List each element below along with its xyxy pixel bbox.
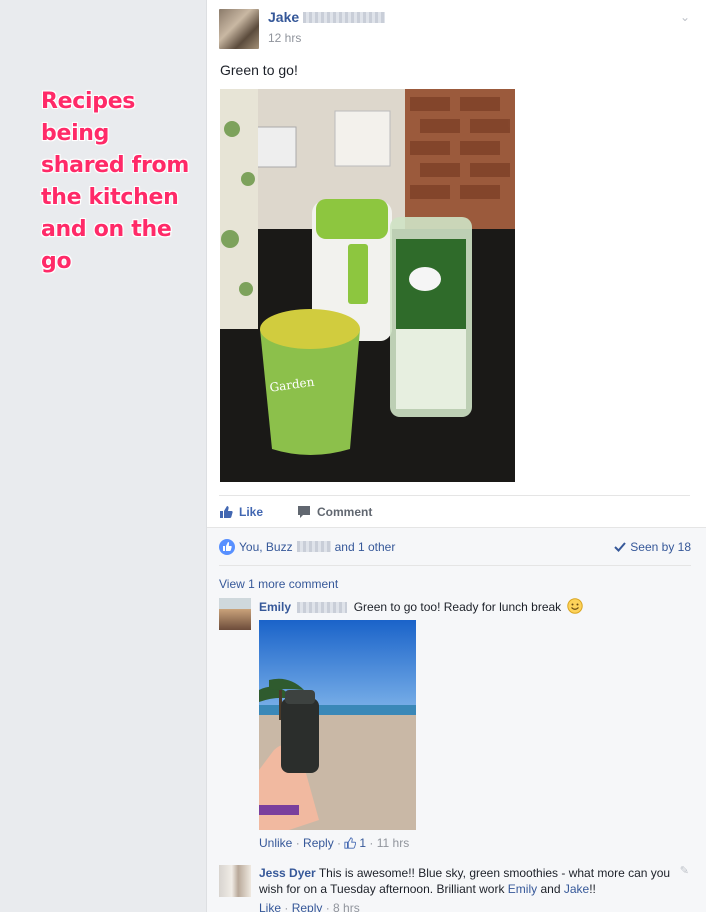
like-reaction-icon bbox=[219, 538, 235, 555]
thumbs-up-outline-icon bbox=[344, 837, 357, 849]
mention-link[interactable]: Jake bbox=[564, 882, 589, 896]
reply-link[interactable]: Reply bbox=[303, 836, 334, 850]
comment-meta: Unlike · Reply · 1 · 11 hrs bbox=[259, 836, 410, 850]
comments-area: You, Buzz and 1 other Seen by 18 View 1 … bbox=[207, 527, 706, 912]
chevron-down-icon[interactable]: ⌄ bbox=[680, 10, 690, 24]
edit-pencil-icon[interactable]: ✎ bbox=[680, 864, 689, 877]
redacted-surname bbox=[297, 602, 348, 614]
post-timestamp[interactable]: 12 hrs bbox=[268, 31, 385, 45]
comment-text: This is awesome!! Blue sky, green smooth… bbox=[259, 866, 671, 896]
reactions-row: You, Buzz and 1 other Seen by 18 bbox=[219, 528, 691, 566]
redacted-name bbox=[296, 541, 331, 552]
reply-link[interactable]: Reply bbox=[292, 901, 323, 912]
comment-item: Emily Green to go too! Ready for lunch b… bbox=[219, 598, 679, 850]
mention-link[interactable]: Emily bbox=[508, 882, 537, 896]
post-action-bar: Like Comment bbox=[219, 495, 690, 527]
seen-by[interactable]: Seen by 18 bbox=[614, 540, 691, 554]
comment-time[interactable]: 11 hrs bbox=[377, 836, 409, 850]
unlike-link[interactable]: Unlike bbox=[259, 836, 292, 850]
comment-item: Jess Dyer This is awesome!! Blue sky, gr… bbox=[219, 865, 679, 912]
comment-text: Green to go too! Ready for lunch break bbox=[353, 600, 562, 614]
checkmark-icon bbox=[614, 541, 627, 552]
comment-time[interactable]: 8 hrs bbox=[333, 901, 360, 912]
post-photo[interactable]: Garden bbox=[220, 89, 515, 482]
annotation-caption: Recipes being shared from the kitchen an… bbox=[41, 89, 189, 274]
post-card: Jake 12 hrs ⌄ Green to go! Garden Like C… bbox=[206, 0, 706, 912]
comment-like-count[interactable]: 1 bbox=[359, 836, 366, 850]
post-header: Jake 12 hrs bbox=[219, 9, 386, 49]
likers-text[interactable]: You, Buzz and 1 other bbox=[239, 540, 395, 554]
commenter-avatar[interactable] bbox=[219, 598, 251, 630]
comment-button[interactable]: Comment bbox=[297, 505, 372, 519]
author-avatar[interactable] bbox=[219, 9, 259, 49]
like-button[interactable]: Like bbox=[219, 505, 263, 519]
comment-author[interactable]: Emily bbox=[259, 600, 291, 614]
comment-photo[interactable] bbox=[259, 620, 416, 830]
commenter-avatar[interactable] bbox=[219, 865, 251, 897]
post-author[interactable]: Jake bbox=[268, 9, 386, 25]
redacted-surname bbox=[303, 11, 386, 23]
smiley-emoji-icon bbox=[566, 598, 583, 614]
comment-meta: Like · Reply · 8 hrs bbox=[259, 901, 679, 912]
comment-author[interactable]: Jess Dyer bbox=[259, 866, 316, 880]
thumbs-up-icon bbox=[220, 505, 233, 518]
view-more-comments-link[interactable]: View 1 more comment bbox=[219, 577, 338, 591]
comment-icon bbox=[298, 505, 311, 518]
like-link[interactable]: Like bbox=[259, 901, 281, 912]
post-text: Green to go! bbox=[220, 62, 298, 78]
